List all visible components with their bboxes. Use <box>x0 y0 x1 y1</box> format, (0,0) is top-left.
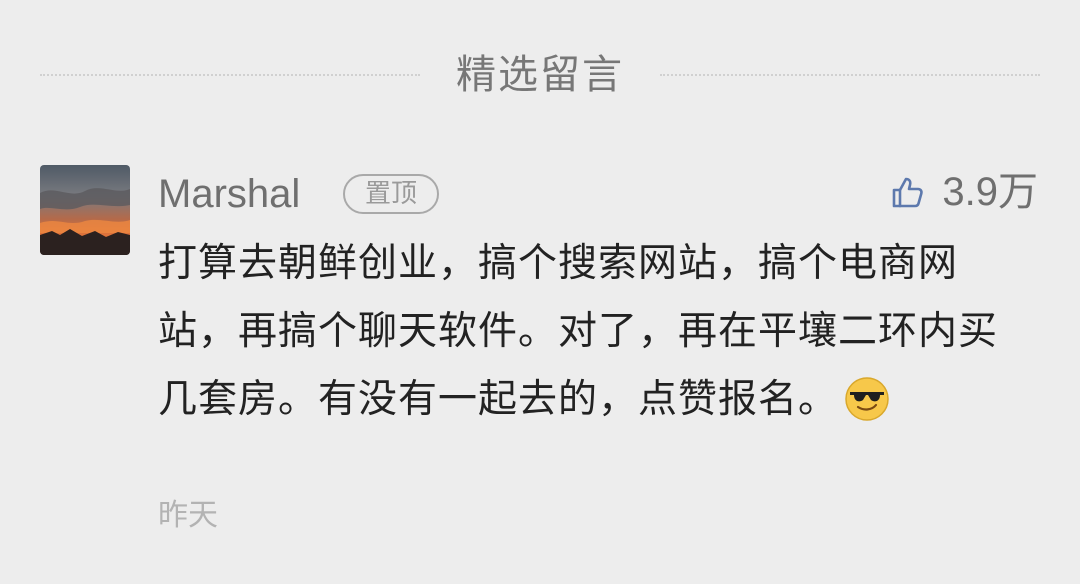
comment-body: 打算去朝鲜创业，搞个搜索网站，搞个电商网站，再搞个聊天软件。对了，再在平壤二环内… <box>158 230 1028 434</box>
like-button[interactable]: 3.9万 <box>890 166 1038 218</box>
avatar[interactable] <box>40 165 130 255</box>
sunglasses-emoji-icon <box>845 377 889 421</box>
divider-left <box>40 74 420 76</box>
thumbs-up-icon <box>893 177 924 208</box>
featured-comments-page: 精选留言 Marshal 置顶 3.9万 打算去朝鲜创业，搞个搜索网站，搞个电商… <box>0 0 1080 584</box>
pinned-badge: 置顶 <box>343 174 439 214</box>
divider-right <box>660 74 1040 76</box>
section-header: 精选留言 <box>40 40 1040 110</box>
comment-username[interactable]: Marshal <box>158 168 300 220</box>
section-title: 精选留言 <box>456 52 624 98</box>
comment-timestamp: 昨天 <box>158 498 218 533</box>
like-count: 3.9万 <box>942 170 1038 214</box>
avatar-sunset-image <box>40 165 130 255</box>
